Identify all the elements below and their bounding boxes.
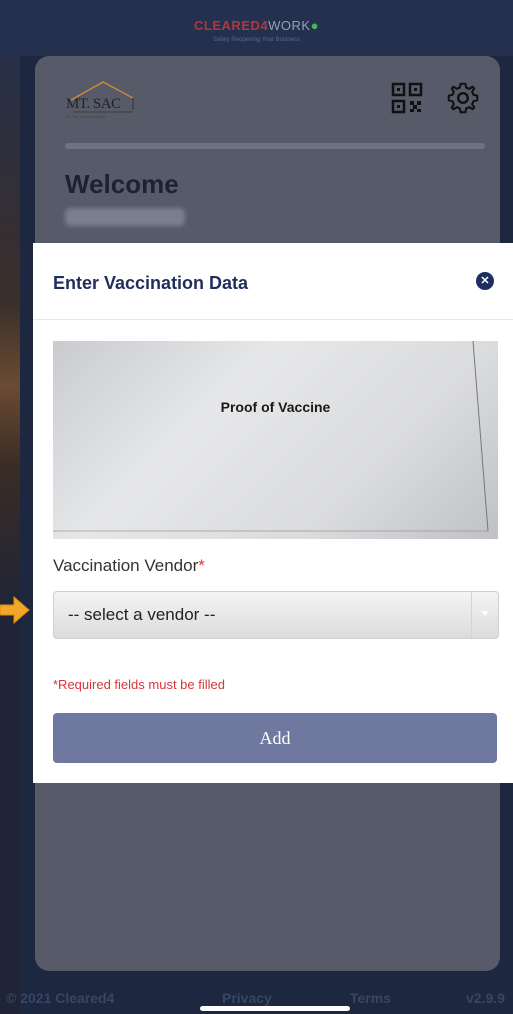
user-name-redacted (65, 208, 185, 226)
add-button[interactable]: Add (53, 713, 497, 763)
header-divider (65, 143, 485, 149)
vendor-select[interactable]: -- select a vendor -- (53, 591, 499, 639)
brand-logo: CLEARED4WORK● (194, 18, 319, 33)
modal-divider (33, 319, 513, 320)
copyright-text: © 2021 Cleared4 (6, 990, 115, 1006)
version-text: v2.9.9 (466, 990, 505, 1006)
qr-code-icon[interactable] (391, 82, 423, 114)
college-logo: MT. SAC Mt. San Antonio College (63, 78, 153, 120)
dropdown-toggle[interactable] (471, 592, 498, 638)
privacy-link[interactable]: Privacy (222, 990, 272, 1006)
top-header: CLEARED4WORK● Safely Reopening Your Busi… (0, 0, 513, 56)
close-button[interactable]: ✕ (476, 272, 494, 290)
modal-title: Enter Vaccination Data (53, 273, 249, 293)
home-indicator[interactable] (200, 1006, 350, 1011)
proof-of-vaccine-image[interactable]: Proof of Vaccine (53, 341, 498, 539)
proof-image-caption: Proof of Vaccine (220, 399, 331, 415)
annotation-arrow-icon (0, 595, 30, 625)
paper-edge (53, 341, 489, 532)
brand-tagline: Safely Reopening Your Business (212, 37, 301, 43)
chevron-down-icon (481, 611, 489, 616)
vendor-label: Vaccination Vendor* (53, 556, 205, 575)
welcome-heading: Welcome (65, 169, 179, 199)
required-fields-error: *Required fields must be filled (53, 677, 225, 692)
vaccination-modal: Enter Vaccination Data ✕ Proof of Vaccin… (33, 243, 513, 783)
required-asterisk: * (198, 556, 205, 575)
close-icon: ✕ (480, 275, 490, 287)
terms-link[interactable]: Terms (350, 990, 391, 1006)
gear-icon[interactable] (445, 80, 481, 116)
background-strip (0, 0, 20, 1014)
vendor-select-value: -- select a vendor -- (68, 605, 216, 624)
